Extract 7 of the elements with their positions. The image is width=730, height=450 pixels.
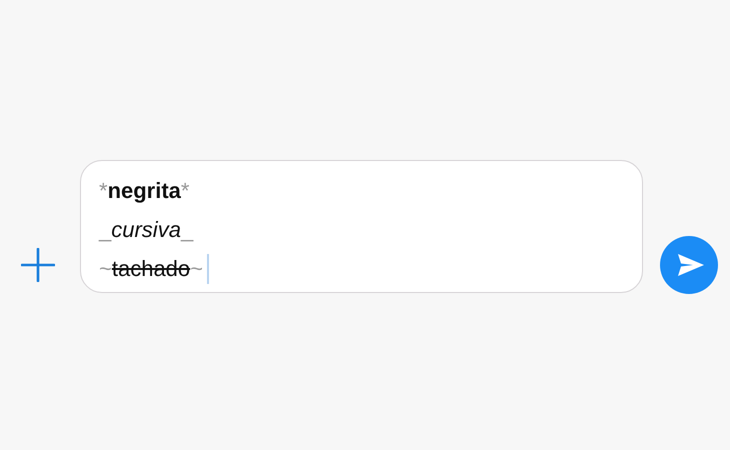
text-cursor [207, 254, 210, 284]
add-icon[interactable] [21, 248, 55, 282]
message-line: ~tachado~ [99, 256, 204, 282]
message-line: *negrita* [99, 178, 190, 204]
message-field[interactable]: *negrita* _cursiva_ ~tachado~ [80, 160, 643, 293]
send-icon [676, 252, 706, 278]
message-line: _cursiva_ [99, 216, 194, 242]
